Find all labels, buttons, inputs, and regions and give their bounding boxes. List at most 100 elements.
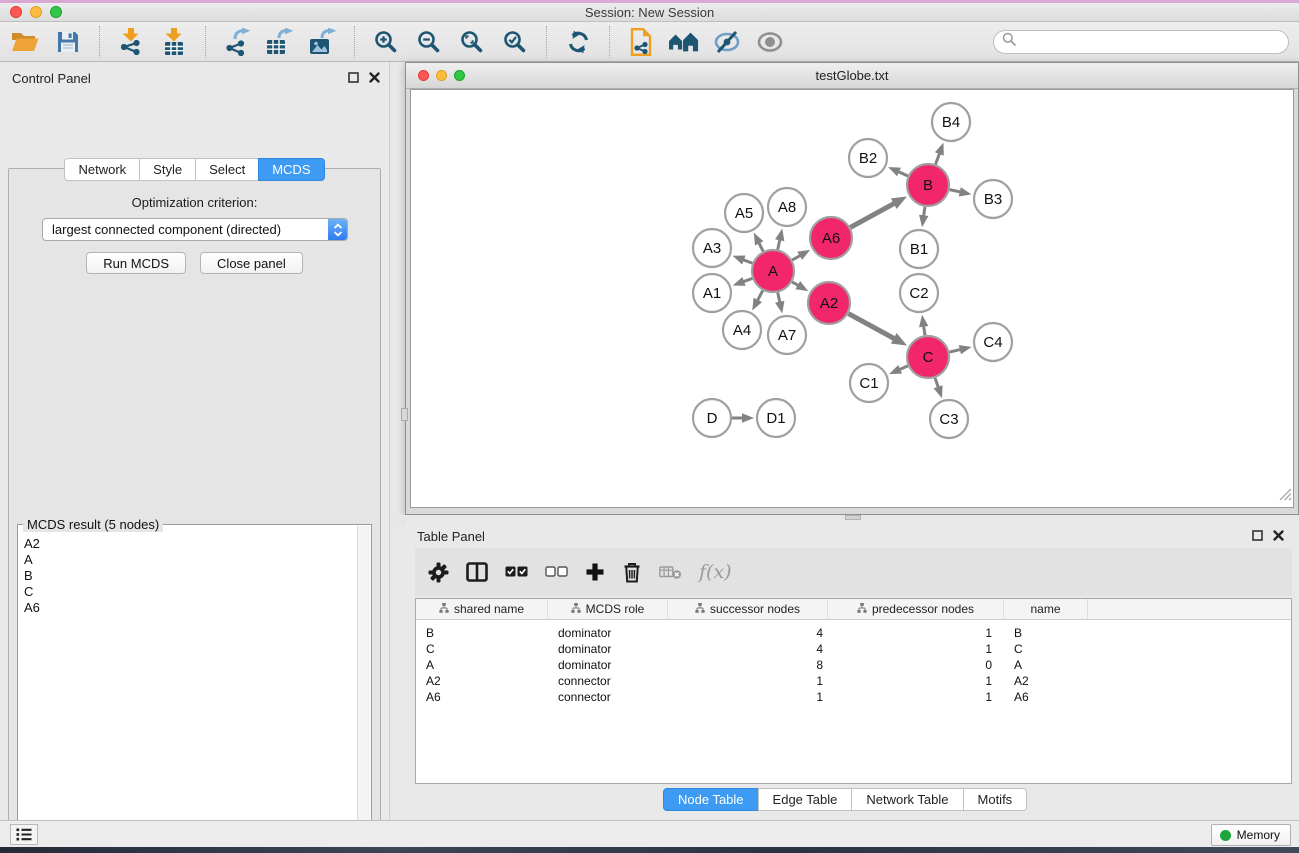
mcds-result-item[interactable]: A2 [24, 536, 353, 552]
criterion-selected-value: largest connected component (directed) [43, 222, 328, 237]
column-header-successor-nodes[interactable]: successor nodes [668, 599, 828, 619]
cell-mcds-role: connector [548, 690, 668, 704]
run-mcds-button[interactable]: Run MCDS [86, 252, 186, 274]
column-header-mcds-role[interactable]: MCDS role [548, 599, 668, 619]
close-panel-icon[interactable] [1272, 529, 1285, 542]
table-panel-tabs: Node TableEdge TableNetwork TableMotifs [663, 788, 1027, 811]
resize-grip-icon[interactable] [1278, 487, 1292, 506]
column-header-predecessor-nodes[interactable]: predecessor nodes [828, 599, 1004, 619]
table-tab-edge-table[interactable]: Edge Table [758, 788, 853, 811]
table-toolbar: f(x) [415, 548, 1292, 596]
control-tab-network[interactable]: Network [64, 158, 140, 181]
cell-predecessor-nodes: 1 [828, 690, 1004, 704]
network-canvas[interactable]: B4B2BB3A5A8A6A3B1AA1C2A2A4A7C4CC1C3DD1 [410, 89, 1294, 508]
mcds-result-item[interactable]: A6 [24, 600, 353, 616]
table-tab-motifs[interactable]: Motifs [963, 788, 1028, 811]
cell-name: A [1004, 658, 1088, 672]
toolbar-separator [546, 26, 547, 58]
zoom-selected-icon[interactable] [500, 26, 530, 58]
main-toolbar [0, 22, 1299, 62]
edge-arrowhead [733, 256, 746, 265]
column-tree-icon [695, 602, 705, 616]
edge-arrowhead [888, 167, 901, 176]
edge-arrowhead [889, 365, 902, 374]
mcds-result-box: MCDS result (5 nodes) A2ABCA6 [17, 524, 372, 853]
desktop-background-strip [0, 847, 1299, 853]
graph-node-label-A: A [768, 263, 778, 280]
divider-grip[interactable] [401, 408, 408, 421]
control-tab-mcds[interactable]: MCDS [258, 158, 324, 181]
cell-shared-name: B [416, 626, 548, 640]
edge-arrowhead [733, 277, 746, 286]
network-graph: B4B2BB3A5A8A6A3B1AA1C2A2A4A7C4CC1C3DD1 [411, 90, 1295, 509]
cell-mcds-role: dominator [548, 642, 668, 656]
mcds-result-scrollbar[interactable] [357, 526, 370, 853]
show-graphics-details-icon[interactable] [755, 26, 785, 58]
graph-node-label-C3: C3 [939, 411, 958, 428]
refresh-icon[interactable] [563, 26, 593, 58]
toolbar-separator [99, 26, 100, 58]
mcds-result-item[interactable]: C [24, 584, 353, 600]
table-row[interactable]: A2connector11A2 [416, 673, 1291, 689]
column-settings-gear-icon[interactable] [428, 560, 449, 584]
cell-mcds-role: dominator [548, 658, 668, 672]
export-table-icon[interactable] [265, 26, 295, 58]
memory-label: Memory [1237, 828, 1280, 842]
memory-button[interactable]: Memory [1211, 824, 1291, 846]
table-row[interactable]: Adominator80A [416, 657, 1291, 673]
edge-A6-B[interactable] [850, 203, 895, 228]
float-panel-icon[interactable] [1251, 529, 1264, 542]
close-panel-button[interactable]: Close panel [200, 252, 303, 274]
deselect-all-rows-icon[interactable] [545, 560, 568, 584]
edge-A2-C[interactable] [848, 314, 895, 340]
mcds-result-item[interactable]: B [24, 568, 353, 584]
control-tab-style[interactable]: Style [139, 158, 196, 181]
function-builder-icon[interactable]: f(x) [699, 561, 732, 583]
network-from-file-icon[interactable] [626, 26, 656, 58]
delete-table-icon[interactable] [659, 560, 682, 584]
edge-arrowhead [752, 298, 762, 311]
toolbar-separator [354, 26, 355, 58]
table-row[interactable]: A6connector11A6 [416, 689, 1291, 705]
import-network-icon[interactable] [116, 26, 146, 58]
zoom-out-icon[interactable] [414, 26, 444, 58]
delete-column-trash-icon[interactable] [622, 560, 642, 584]
zoom-fit-icon[interactable] [457, 26, 487, 58]
column-header-shared-name[interactable]: shared name [416, 599, 548, 619]
cell-mcds-role: connector [548, 674, 668, 688]
criterion-select[interactable]: largest connected component (directed) [42, 218, 348, 241]
table-tab-network-table[interactable]: Network Table [851, 788, 963, 811]
table-row[interactable]: Bdominator41B [416, 625, 1291, 641]
show-columns-icon[interactable] [466, 560, 488, 584]
graph-node-label-A2: A2 [820, 295, 838, 312]
home-icon[interactable] [669, 26, 699, 58]
column-tree-icon [439, 602, 449, 616]
select-all-rows-icon[interactable] [505, 560, 528, 584]
network-window-titlebar[interactable]: testGlobe.txt [406, 63, 1298, 89]
table-body: Bdominator41BCdominator41CAdominator80AA… [416, 620, 1291, 705]
table-tab-node-table[interactable]: Node Table [663, 788, 759, 811]
save-session-icon[interactable] [53, 26, 83, 58]
mcds-result-item[interactable]: A [24, 552, 353, 568]
list-icon [16, 827, 32, 842]
application-window: Session: New Session [0, 0, 1299, 853]
zoom-in-icon[interactable] [371, 26, 401, 58]
export-image-icon[interactable] [308, 26, 338, 58]
create-column-plus-icon[interactable] [585, 560, 605, 584]
column-header-name[interactable]: name [1004, 599, 1088, 619]
task-history-button[interactable] [10, 824, 38, 845]
graph-node-label-B4: B4 [942, 114, 960, 131]
close-panel-icon[interactable] [368, 71, 381, 84]
table-row[interactable]: Cdominator41C [416, 641, 1291, 657]
main-titlebar[interactable]: Session: New Session [0, 3, 1299, 22]
search-input[interactable] [1021, 35, 1280, 49]
cell-predecessor-nodes: 1 [828, 626, 1004, 640]
control-tab-select[interactable]: Select [195, 158, 259, 181]
hide-graphics-details-icon[interactable] [712, 26, 742, 58]
import-table-icon[interactable] [159, 26, 189, 58]
open-session-icon[interactable] [10, 26, 40, 58]
column-label: shared name [454, 602, 524, 616]
float-panel-icon[interactable] [347, 71, 360, 84]
toolbar-search[interactable] [993, 30, 1289, 54]
export-network-icon[interactable] [222, 26, 252, 58]
